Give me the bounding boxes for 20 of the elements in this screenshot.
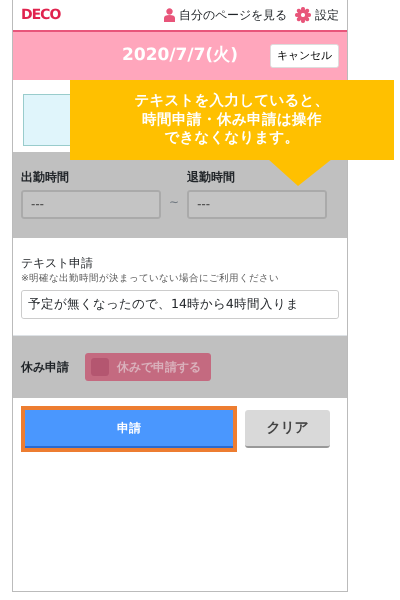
date-title: 2020/7/7(火) [122,44,238,68]
cancel-button[interactable]: キャンセル [270,44,339,68]
my-page-link[interactable]: 自分のページを見る [179,6,287,24]
field-label: 出勤時間 [21,169,69,186]
callout-text: テキストを入力していると、 [134,92,330,111]
note-text: ※明確な出勤時間が決まっていない場合にご利用ください [21,272,280,286]
gear-icon[interactable] [295,7,311,23]
section-label: テキスト申請 [21,255,94,272]
time-field: --- [21,190,161,219]
time-field: --- [187,190,328,219]
person-icon [164,8,175,22]
separator: ~ [169,194,180,211]
callout-text: できなくなります。 [164,129,300,148]
clear-button[interactable]: クリア [245,410,330,448]
field-label: 退勤時間 [187,169,236,186]
callout-text: 時間申請・休み申請は操作 [142,110,322,130]
section-label: 休み申請 [21,359,69,376]
text-input[interactable]: 予定が無くなったので、14時から4時間入りま [21,290,339,319]
logo: DECO [21,6,60,24]
settings-link[interactable]: 設定 [315,6,339,24]
